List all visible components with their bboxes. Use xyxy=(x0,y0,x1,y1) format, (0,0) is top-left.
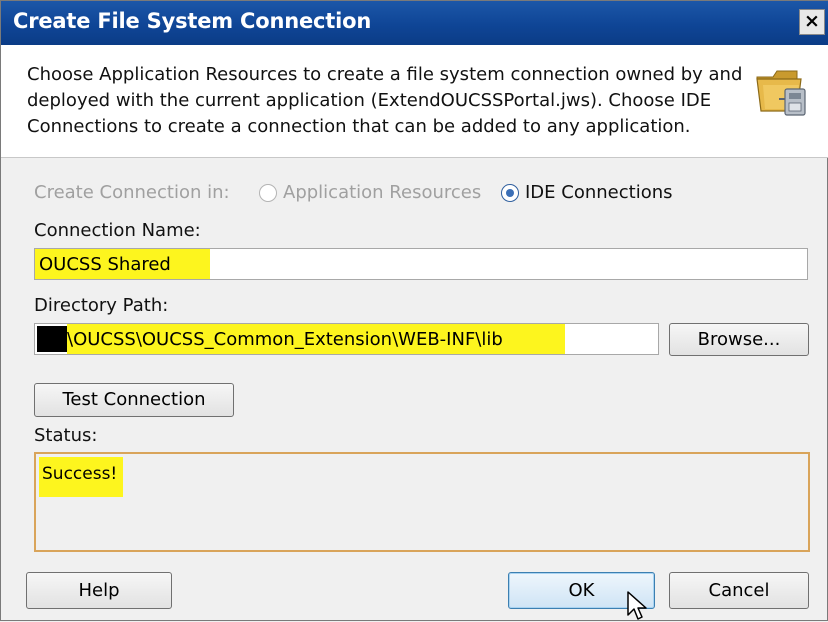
close-button[interactable]: × xyxy=(799,9,825,35)
ide-connections-radio[interactable] xyxy=(501,184,519,202)
create-connection-in-label: Create Connection in: xyxy=(34,182,230,203)
redaction-block xyxy=(37,326,67,352)
application-resources-radio xyxy=(259,184,277,202)
directory-path-label: Directory Path: xyxy=(34,295,169,316)
folder-connection-icon xyxy=(756,70,806,116)
status-label: Status: xyxy=(34,425,98,446)
directory-path-input[interactable]: \OUCSS\OUCSS_Common_Extension\WEB-INF\li… xyxy=(34,323,659,355)
cancel-button-label: Cancel xyxy=(708,580,770,601)
status-area: Success! xyxy=(34,452,810,552)
connection-name-input[interactable]: OUCSS Shared xyxy=(34,248,808,280)
header-description: Choose Application Resources to create a… xyxy=(27,64,743,137)
close-icon: × xyxy=(804,10,820,32)
browse-button[interactable]: Browse... xyxy=(669,323,809,356)
help-button[interactable]: Help xyxy=(26,572,172,609)
cancel-button[interactable]: Cancel xyxy=(669,572,809,609)
test-connection-button-label: Test Connection xyxy=(62,389,206,410)
ide-connections-label[interactable]: IDE Connections xyxy=(525,182,673,203)
connection-name-label: Connection Name: xyxy=(34,220,201,241)
directory-path-value: \OUCSS\OUCSS_Common_Extension\WEB-INF\li… xyxy=(67,329,503,350)
mouse-cursor-icon xyxy=(627,591,647,620)
header-panel: Choose Application Resources to create a… xyxy=(1,45,828,158)
help-button-label: Help xyxy=(78,580,120,601)
create-file-system-connection-dialog: Create File System Connection × Choose A… xyxy=(0,0,828,621)
browse-button-label: Browse... xyxy=(697,329,781,350)
test-connection-button[interactable]: Test Connection xyxy=(34,383,234,417)
title-bar[interactable]: Create File System Connection × xyxy=(1,1,828,45)
ok-button-label: OK xyxy=(568,580,595,601)
status-value: Success! xyxy=(42,464,118,484)
connection-name-value: OUCSS Shared xyxy=(39,254,171,275)
dialog-title: Create File System Connection xyxy=(13,9,372,33)
application-resources-label: Application Resources xyxy=(283,182,482,203)
